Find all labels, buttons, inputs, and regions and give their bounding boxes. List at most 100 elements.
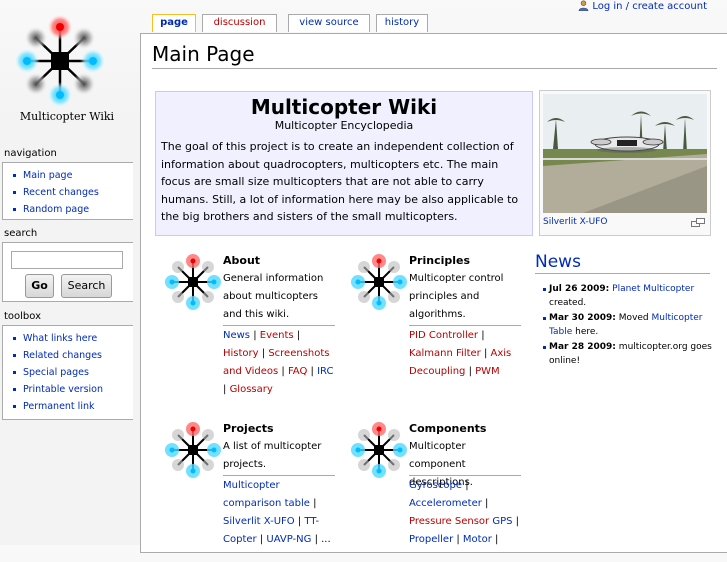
content-area: Main Page Multicopter Wiki Multicopter E…	[140, 33, 727, 553]
site-logo[interactable]: Multicopter Wiki	[10, 14, 114, 124]
principles-title: Principles	[409, 254, 471, 267]
principles-desc: Multicopter control principles and algor…	[409, 273, 504, 320]
multicopter-icon	[351, 422, 407, 478]
link-pressure-sensor[interactable]: Pressure Sensor	[409, 516, 489, 527]
nav-item-random-page[interactable]: Random page	[13, 201, 133, 218]
link-pwm[interactable]: PWM	[475, 366, 500, 377]
navigation-portlet: Main page Recent changes Random page	[2, 162, 133, 220]
toolbox-link[interactable]: What links here	[23, 333, 97, 344]
news-item: Jul 26 2009: Planet Multicopter created.	[543, 282, 715, 310]
about-links: News | Events | History | Screenshots an…	[223, 325, 335, 399]
toolbox-link[interactable]: Printable version	[23, 384, 103, 395]
link-propeller[interactable]: Propeller	[409, 534, 453, 545]
link-gyroscope[interactable]: Gyroscope	[409, 480, 462, 491]
components-section: Components Multicopter component descrip…	[351, 422, 531, 562]
link-accelerometer[interactable]: Accelerometer	[409, 498, 482, 509]
principles-section: Principles Multicopter control principle…	[351, 254, 531, 404]
link-irc[interactable]: IRC	[317, 366, 333, 377]
intro-title: Multicopter Wiki	[250, 95, 438, 119]
login-link[interactable]: Log in / create account	[592, 1, 707, 12]
enlarge-icon[interactable]	[691, 218, 705, 227]
page-title: Main Page	[152, 42, 717, 69]
tab-discussion[interactable]: discussion	[202, 14, 277, 32]
link-gps[interactable]: GPS	[492, 516, 512, 527]
nav-link[interactable]: Random page	[23, 204, 89, 215]
about-section: About General information about multicop…	[165, 254, 345, 404]
news-date: Mar 30 2009:	[549, 313, 616, 323]
news-date: Mar 28 2009:	[549, 342, 616, 352]
personal-bar: Log in / create account	[578, 0, 707, 12]
nav-link[interactable]: Main page	[23, 170, 72, 181]
tab-history-label[interactable]: history	[385, 17, 419, 28]
tab-view-source[interactable]: view source	[288, 14, 370, 32]
intro-box: Multicopter Wiki Multicopter Encyclopedi…	[155, 91, 533, 236]
link-silverlit-xufo[interactable]: Silverlit X-UFO	[223, 516, 295, 527]
principles-links: PID Controller | Kalmann Filter | Axis D…	[409, 325, 521, 381]
news-text: created.	[549, 298, 587, 308]
toolbox-item[interactable]: Related changes	[13, 347, 133, 364]
intro-text: The goal of this project is to create an…	[161, 140, 519, 223]
toolbox-link[interactable]: Related changes	[23, 350, 102, 361]
nav-link[interactable]: Recent changes	[23, 187, 99, 198]
tab-page[interactable]: page	[152, 14, 196, 32]
news-heading-text: News	[535, 252, 581, 272]
thumbnail: Silverlit X-UFO	[539, 90, 711, 236]
news-text: here.	[575, 327, 599, 337]
tab-page-label[interactable]: page	[160, 17, 188, 28]
search-input[interactable]	[11, 251, 123, 269]
link-uavp-ng[interactable]: UAVP-NG	[266, 534, 311, 545]
search-heading: search	[4, 228, 38, 239]
tab-history[interactable]: history	[376, 14, 428, 32]
toolbox-item[interactable]: What links here	[13, 330, 133, 347]
multicopter-logo-icon	[14, 14, 106, 108]
news-item: Mar 28 2009: multicopter.org goes online…	[543, 340, 715, 368]
toolbox-heading: toolbox	[4, 311, 42, 322]
tab-discussion-label[interactable]: discussion	[214, 17, 266, 28]
intro-subtitle: Multicopter Encyclopedia	[274, 119, 414, 132]
thumbnail-image[interactable]	[543, 94, 707, 213]
link-news[interactable]: News	[223, 330, 250, 341]
about-title: About	[223, 254, 261, 267]
news-text: Moved	[618, 313, 649, 323]
toolbox-link[interactable]: Special pages	[23, 367, 89, 378]
nav-item-main-page[interactable]: Main page	[13, 167, 133, 184]
projects-section: Projects A list of multicopter projects.…	[165, 422, 345, 562]
link-history[interactable]: History	[223, 348, 259, 359]
nav-item-recent-changes[interactable]: Recent changes	[13, 184, 133, 201]
more-projects-text: ...	[321, 534, 331, 545]
news-date: Jul 26 2009:	[549, 284, 610, 294]
search-portlet: Go Search	[2, 242, 133, 302]
news-list: Jul 26 2009: Planet Multicopter created.…	[535, 282, 715, 368]
thumbnail-caption: Silverlit X-UFO	[543, 217, 707, 227]
go-button[interactable]: Go	[25, 274, 54, 298]
toolbox-item[interactable]: Permanent link	[13, 398, 133, 415]
news-section: News Jul 26 2009: Planet Multicopter cre…	[535, 252, 715, 369]
user-icon	[579, 0, 589, 11]
news-heading: News	[535, 252, 710, 274]
logo-title: Multicopter Wiki	[19, 110, 115, 123]
link-comparison-table[interactable]: Multicopter comparison table	[223, 480, 310, 509]
about-desc: General information about multicopters a…	[223, 273, 324, 320]
ufo-photo-illustration	[543, 94, 707, 213]
link-motor[interactable]: Motor	[463, 534, 492, 545]
thumbnail-caption-link[interactable]: Silverlit X-UFO	[543, 217, 607, 227]
toolbox-item[interactable]: Special pages	[13, 364, 133, 381]
multicopter-icon	[351, 254, 407, 310]
projects-title: Projects	[223, 422, 274, 435]
toolbox-portlet: What links here Related changes Special …	[2, 325, 133, 420]
navigation-heading: navigation	[4, 148, 57, 159]
toolbox-item[interactable]: Printable version	[13, 381, 133, 398]
link-events[interactable]: Events	[260, 330, 294, 341]
search-button[interactable]: Search	[61, 274, 112, 298]
link-faq[interactable]: FAQ	[288, 366, 307, 377]
toolbox-link[interactable]: Permanent link	[23, 401, 94, 412]
components-title: Components	[409, 422, 487, 435]
news-link[interactable]: Planet Multicopter	[612, 284, 694, 294]
multicopter-icon	[165, 422, 221, 478]
link-glossary[interactable]: Glossary	[230, 384, 273, 395]
components-links: Gyroscope | Accelerometer | Pressure Sen…	[409, 475, 521, 549]
link-pid-controller[interactable]: PID Controller	[409, 330, 478, 341]
tab-view-source-label[interactable]: view source	[299, 17, 358, 28]
projects-desc: A list of multicopter projects.	[223, 441, 322, 470]
link-kalmann-filter[interactable]: Kalmann Filter	[409, 348, 481, 359]
